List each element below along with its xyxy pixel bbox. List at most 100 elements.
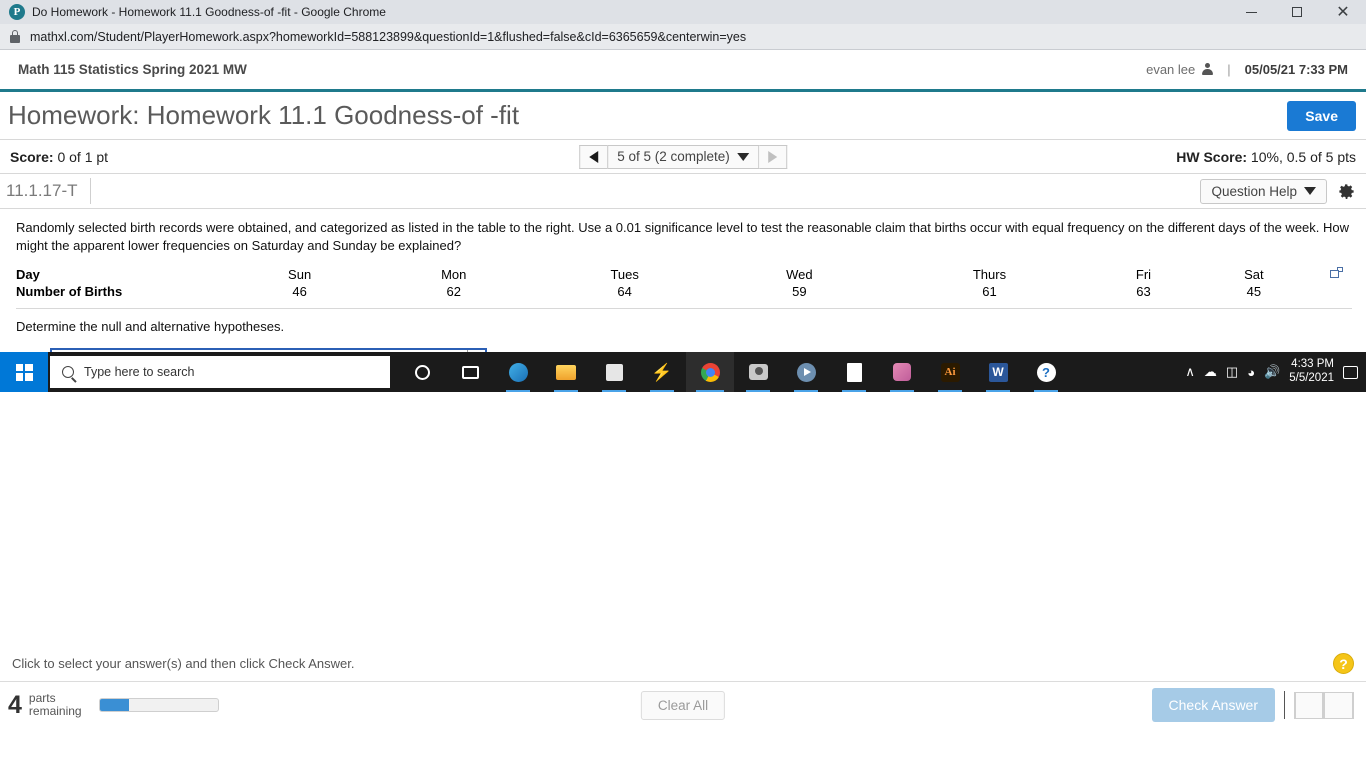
content-divider xyxy=(16,308,1352,310)
window-controls: ✕ xyxy=(1228,0,1366,24)
microsoft-store-icon[interactable] xyxy=(590,352,638,393)
question-prompt: Determine the null and alternative hypot… xyxy=(16,319,285,335)
course-bar-right: evan lee | 05/05/21 7:33 PM xyxy=(1146,62,1348,77)
adobe-illustrator-icon[interactable]: Ai xyxy=(926,352,974,393)
document-app-icon[interactable] xyxy=(830,352,878,393)
action-bar: 4 parts remaining Clear All Check Answer xyxy=(0,682,1366,728)
clear-all-button[interactable]: Clear All xyxy=(640,690,726,720)
browser-address-bar[interactable]: mathxl.com/Student/PlayerHomework.aspx?h… xyxy=(0,24,1366,50)
progress-bar xyxy=(98,698,219,712)
previous-question-button[interactable] xyxy=(579,144,608,169)
volume-icon[interactable]: 🔊 xyxy=(1264,364,1280,380)
table-cell-births-6: 45 xyxy=(1246,284,1262,300)
url-text[interactable]: mathxl.com/Student/PlayerHomework.aspx?h… xyxy=(30,30,746,44)
question-selector[interactable]: 5 of 5 (2 complete) xyxy=(607,144,759,169)
table-cell-day-1: Mon xyxy=(441,267,467,283)
score-value: 0 of 1 pt xyxy=(57,148,109,165)
notifications-icon[interactable] xyxy=(1343,365,1358,379)
microsoft-edge-icon[interactable] xyxy=(494,352,542,393)
parts-remaining-count: 4 xyxy=(8,690,22,719)
show-hidden-icons-chevron[interactable]: ∧ xyxy=(1185,364,1195,380)
homework-title-row: Homework: Homework 11.1 Goodness-of -fit… xyxy=(0,92,1366,140)
person-icon[interactable] xyxy=(1202,63,1214,76)
births-data-table: Day Sun Mon Tues Wed Thurs Fri Sat Numbe… xyxy=(16,266,1356,300)
score-label: Score: xyxy=(10,148,54,165)
gear-icon[interactable] xyxy=(1337,182,1356,201)
help-button[interactable]: ? xyxy=(1333,653,1354,674)
table-cell-births-1: 62 xyxy=(446,284,461,300)
taskbar-search-input[interactable]: Type here to search xyxy=(50,356,390,389)
task-view-icon[interactable] xyxy=(446,352,494,392)
question-tools: Question Help xyxy=(1200,178,1366,204)
minimize-icon xyxy=(1245,11,1257,13)
table-row-header-day: Day xyxy=(16,267,40,283)
taskbar-app-icons: ⚡ Ai W? xyxy=(398,352,1070,393)
check-answer-button[interactable]: Check Answer xyxy=(1151,688,1275,722)
next-question-button[interactable] xyxy=(758,144,787,169)
table-row-days: Day Sun Mon Tues Wed Thurs Fri Sat xyxy=(16,266,1356,283)
pearson-favicon: P xyxy=(9,4,25,20)
question-stem: Randomly selected birth records were obt… xyxy=(16,220,1350,253)
table-cell-day-3: Wed xyxy=(786,267,813,283)
answer-hint-bar: Click to select your answer(s) and then … xyxy=(0,646,1366,682)
table-row-births: Number of Births 46 62 64 59 61 63 45 xyxy=(16,283,1356,300)
file-explorer-icon[interactable] xyxy=(542,352,590,393)
pager-next-button[interactable] xyxy=(1324,691,1354,719)
next-question-arrow xyxy=(767,150,777,163)
copy-to-popup-button[interactable] xyxy=(1316,266,1356,283)
hw-score-value: 10%, 0.5 of 5 pts xyxy=(1250,148,1356,165)
pager-previous-button[interactable] xyxy=(1294,691,1324,719)
start-button[interactable] xyxy=(0,352,48,393)
clock-date: 5/5/2021 xyxy=(1289,372,1334,385)
windows-taskbar: Type here to search ⚡ Ai W? ∧ ☁ ◫ ◕ 🔊 4:33… xyxy=(0,352,1366,393)
camera-app-icon[interactable] xyxy=(734,352,782,393)
timestamp: 05/05/21 7:33 PM xyxy=(1244,62,1348,77)
table-cell-day-0: Sun xyxy=(288,267,312,283)
browser-title-bar: P Do Homework - Homework 11.1 Goodness-o… xyxy=(0,0,1366,24)
table-cell-day-5: Fri xyxy=(1135,267,1152,283)
hw-score-display: HW Score: 10%, 0.5 of 5 pts xyxy=(1176,149,1356,165)
hw-score-label: HW Score: xyxy=(1176,148,1248,165)
onedrive-icon[interactable]: ☁ xyxy=(1204,364,1217,380)
question-help-button[interactable]: Question Help xyxy=(1200,178,1327,204)
table-cell-births-0: 46 xyxy=(292,284,307,300)
pager xyxy=(1294,691,1354,719)
table-cell-day-4: Thurs xyxy=(972,267,1007,283)
media-player-icon[interactable] xyxy=(782,352,830,393)
page-title: Homework: Homework 11.1 Goodness-of -fit xyxy=(8,100,520,130)
divider: | xyxy=(1227,62,1231,77)
parts-remaining-group: 4 parts remaining xyxy=(8,692,219,717)
table-cell-day-6: Sat xyxy=(1244,267,1264,283)
copy-to-popup-icon xyxy=(1329,267,1343,279)
user-name[interactable]: evan lee xyxy=(1146,62,1195,77)
minimize-button[interactable] xyxy=(1228,0,1274,24)
page-content: Math 115 Statistics Spring 2021 MW evan … xyxy=(0,50,1366,728)
save-button[interactable]: Save xyxy=(1287,100,1356,131)
action-separator xyxy=(1284,691,1285,719)
wifi-icon[interactable]: ◕ xyxy=(1247,365,1255,380)
microsoft-word-icon[interactable]: W xyxy=(974,352,1022,393)
chevron-down-icon xyxy=(1304,187,1316,195)
browser-tab-title[interactable]: Do Homework - Homework 11.1 Goodness-of … xyxy=(32,5,386,19)
cortana-icon[interactable] xyxy=(398,352,446,392)
table-cell-births-2: 64 xyxy=(617,284,632,300)
question-navigator: 5 of 5 (2 complete) xyxy=(579,144,787,169)
maximize-button[interactable] xyxy=(1274,0,1320,24)
table-cell-births-4: 61 xyxy=(982,284,997,300)
photos-app-icon[interactable] xyxy=(878,352,926,393)
google-chrome-icon[interactable] xyxy=(686,352,734,393)
close-button[interactable]: ✕ xyxy=(1320,0,1366,24)
taskbar-search-placeholder: Type here to search xyxy=(84,365,195,380)
help-app-icon[interactable]: ? xyxy=(1022,352,1070,393)
progress-bar-fill xyxy=(99,699,130,711)
system-tray: ∧ ☁ ◫ ◕ 🔊 4:33 PM 5/5/2021 xyxy=(1185,358,1366,386)
score-display: Score: 0 of 1 pt xyxy=(10,149,108,165)
battery-icon[interactable]: ◫ xyxy=(1226,364,1238,380)
question-help-label: Question Help xyxy=(1211,183,1297,199)
taskbar-clock[interactable]: 4:33 PM 5/5/2021 xyxy=(1289,358,1334,386)
question-selector-label: 5 of 5 (2 complete) xyxy=(617,149,730,164)
lightning-app-icon[interactable]: ⚡ xyxy=(638,352,686,393)
search-icon xyxy=(62,366,74,379)
score-bar: Score: 0 of 1 pt 5 of 5 (2 complete) HW … xyxy=(0,140,1366,174)
parts-remaining-label: parts remaining xyxy=(29,692,82,717)
